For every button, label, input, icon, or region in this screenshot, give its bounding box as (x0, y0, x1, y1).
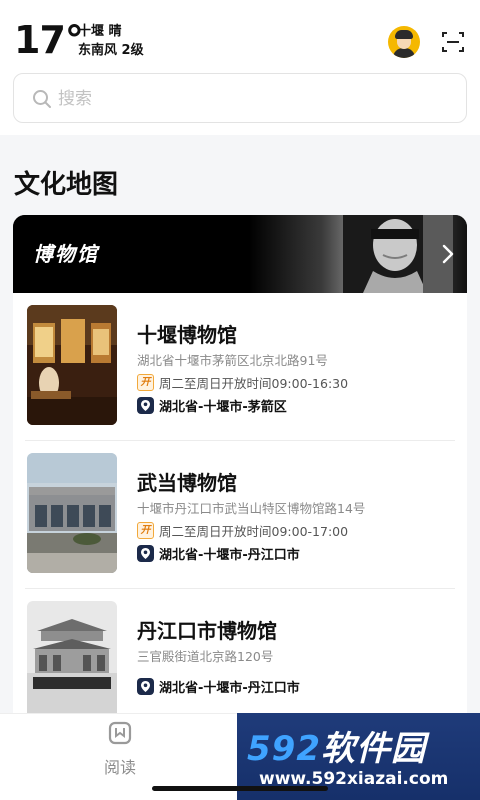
header: 17° 十堰 晴 东南风 2级 (0, 0, 480, 135)
hours-text: 周二至周日开放时间09:00-16:30 (159, 376, 349, 391)
museum-card[interactable]: 十堰博物馆 湖北省十堰市茅箭区北京北路91号 开 周二至周日开放时间09:00-… (13, 293, 467, 441)
search-icon (33, 90, 51, 108)
temperature: 17° (14, 18, 84, 62)
statue-image (343, 215, 453, 293)
app-screen: 17° 十堰 晴 东南风 2级 文化地图 (0, 0, 480, 800)
location-text: 湖北省-十堰市-茅箭区 (159, 400, 287, 415)
museum-category-banner[interactable]: 博物馆 (13, 215, 467, 293)
weather-condition: 十堰 晴 (78, 24, 122, 39)
search-bar[interactable] (13, 73, 467, 123)
avatar[interactable] (388, 26, 420, 58)
museum-name: 丹江口市博物馆 (137, 619, 277, 643)
museum-address: 湖北省十堰市茅箭区北京北路91号 (137, 353, 328, 368)
museum-photo (27, 453, 117, 573)
location-pin-icon (137, 678, 154, 695)
museum-photo (27, 601, 117, 713)
museum-location: 湖北省-十堰市-丹江口市 (137, 677, 300, 696)
location-text: 湖北省-十堰市-丹江口市 (159, 681, 300, 696)
weather-wind: 东南风 2级 (78, 43, 144, 58)
museum-name: 武当博物馆 (137, 471, 237, 495)
banner-label: 博物馆 (33, 242, 99, 266)
page-title: 文化地图 (14, 170, 119, 200)
weather-info: 十堰 晴 东南风 2级 (78, 22, 144, 60)
home-indicator (152, 786, 328, 791)
museum-address: 十堰市丹江口市武当山特区博物馆路14号 (137, 501, 366, 516)
museum-card[interactable]: 丹江口市博物馆 三官殿街道北京路120号 湖北省-十堰市-丹江口市 (13, 589, 467, 713)
open-icon: 开 (137, 522, 154, 539)
museum-address: 三官殿街道北京路120号 (137, 649, 274, 664)
location-text: 湖北省-十堰市-丹江口市 (159, 548, 300, 563)
tab-read[interactable]: 阅读 (90, 720, 150, 778)
museum-list: 十堰博物馆 湖北省十堰市茅箭区北京北路91号 开 周二至周日开放时间09:00-… (13, 293, 467, 713)
museum-hours: 开 周二至周日开放时间09:00-17:00 (137, 521, 348, 540)
open-icon: 开 (137, 374, 154, 391)
chevron-right-icon (442, 244, 454, 264)
museum-card[interactable]: 武当博物馆 十堰市丹江口市武当山特区博物馆路14号 开 周二至周日开放时间09:… (13, 441, 467, 589)
location-pin-icon (137, 397, 154, 414)
tab-read-label: 阅读 (103, 758, 136, 777)
search-input[interactable] (58, 84, 438, 114)
watermark-number: 592 (247, 729, 321, 769)
scan-icon[interactable] (441, 30, 465, 54)
location-pin-icon (137, 545, 154, 562)
museum-location: 湖北省-十堰市-丹江口市 (137, 544, 300, 563)
museum-name: 十堰博物馆 (137, 323, 237, 347)
museum-location: 湖北省-十堰市-茅箭区 (137, 396, 287, 415)
hours-text: 周二至周日开放时间09:00-17:00 (159, 524, 349, 539)
read-icon (108, 721, 132, 745)
museum-hours: 开 周二至周日开放时间09:00-16:30 (137, 373, 348, 392)
watermark-text: 软件园 (320, 729, 426, 769)
museum-photo (27, 305, 117, 425)
